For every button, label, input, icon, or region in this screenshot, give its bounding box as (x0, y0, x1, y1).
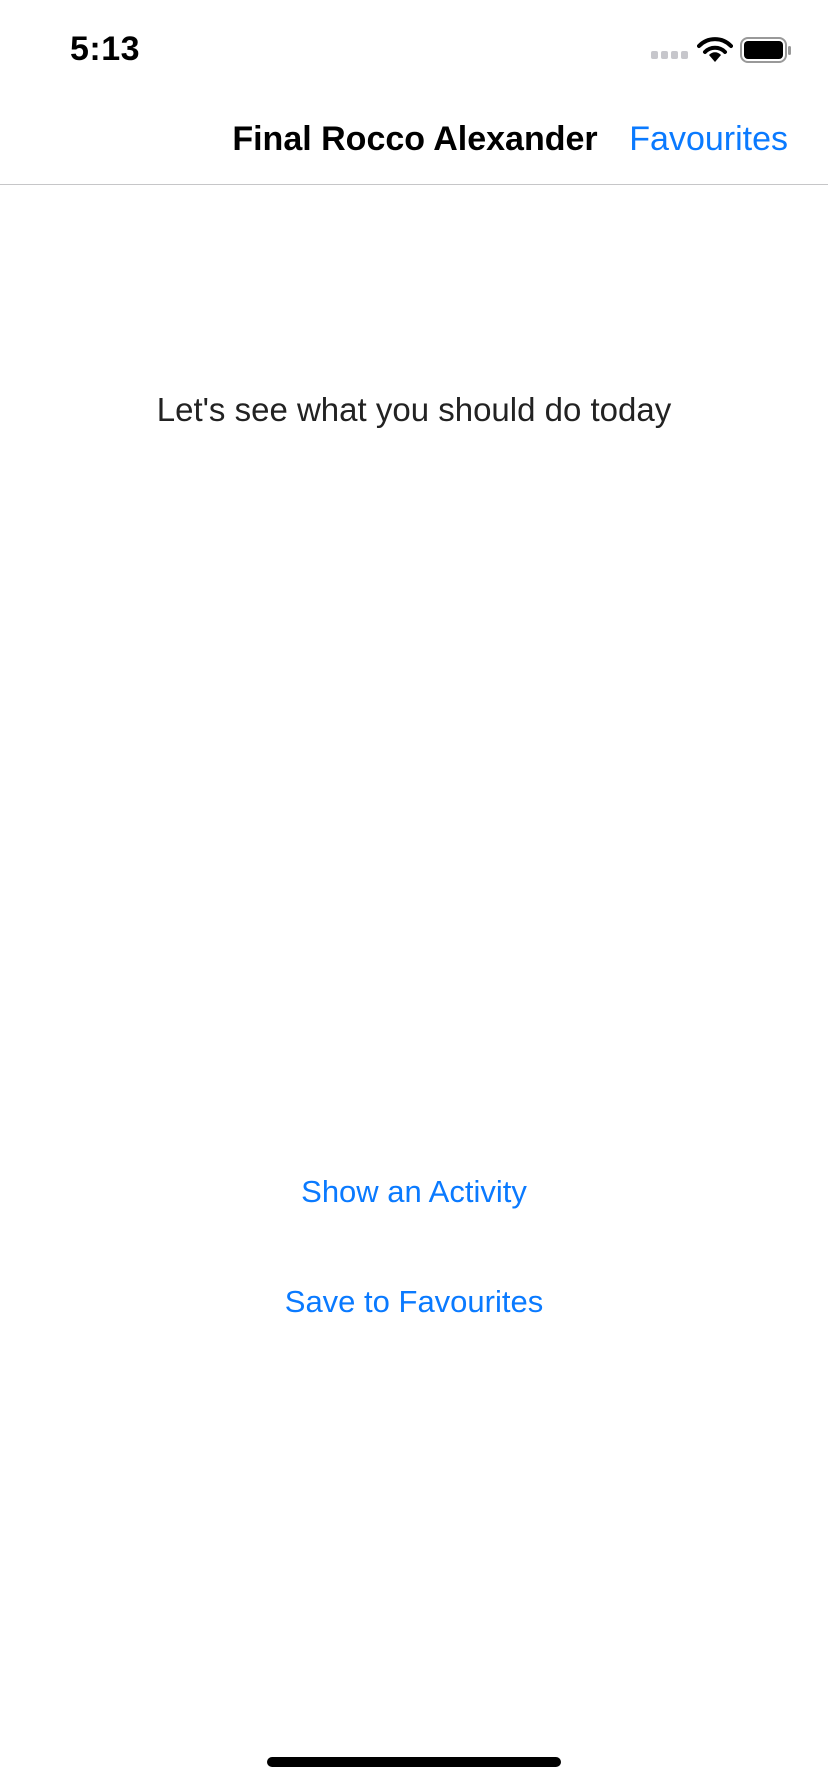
favourites-nav-button[interactable]: Favourites (629, 120, 788, 159)
nav-title: Final Rocco Alexander (232, 120, 598, 158)
home-indicator[interactable] (267, 1757, 561, 1767)
battery-icon (740, 37, 792, 64)
activity-prompt-label: Let's see what you should do today (156, 391, 672, 428)
signal-dots-icon (651, 51, 689, 61)
navigation-bar: Final Rocco Alexander Favourites (0, 100, 828, 185)
wifi-icon (697, 36, 733, 64)
save-to-favourites-button[interactable]: Save to Favourites (0, 1284, 828, 1320)
show-activity-button[interactable]: Show an Activity (0, 1174, 828, 1210)
status-time: 5:13 (70, 30, 141, 68)
status-bar: 5:13 (0, 0, 828, 100)
